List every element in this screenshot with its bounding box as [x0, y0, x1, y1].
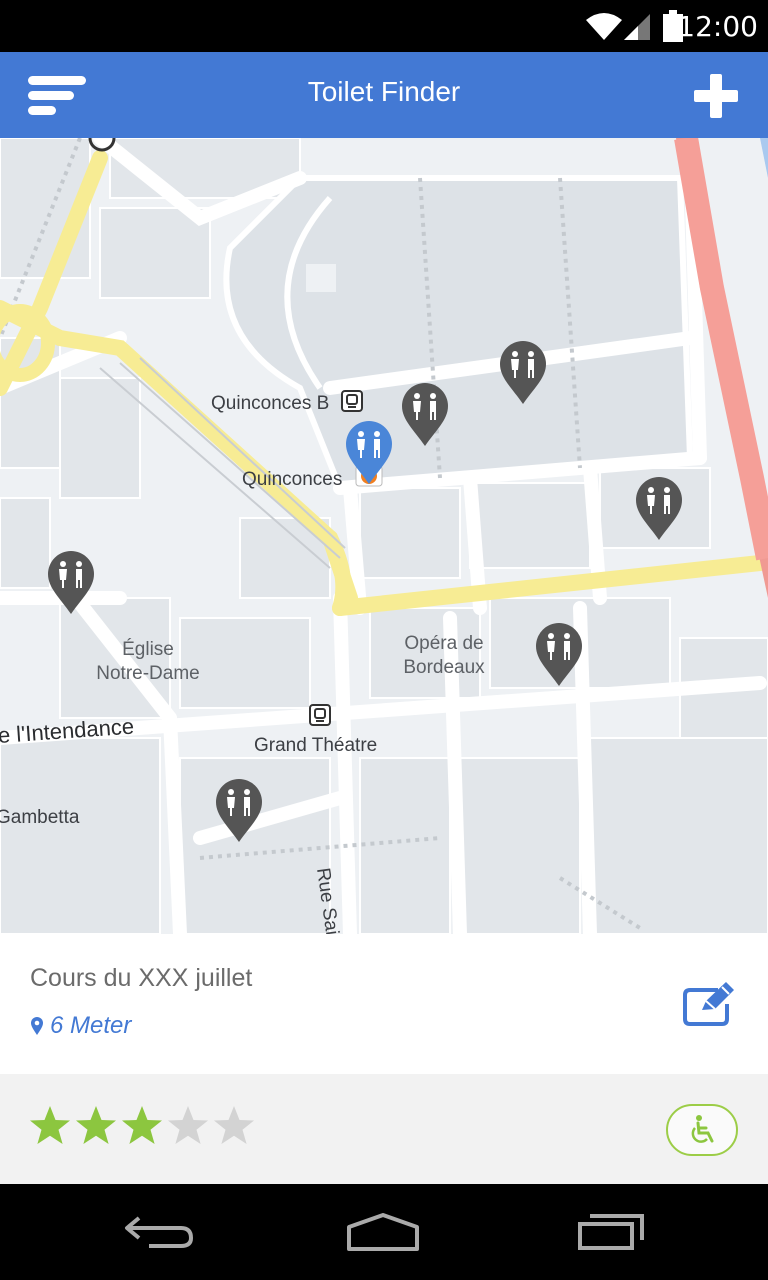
map-label-gambetta: Gambetta [0, 807, 80, 828]
home-button[interactable] [338, 1206, 428, 1258]
wheelchair-icon [691, 1115, 714, 1143]
tram-stop-icon [309, 704, 331, 726]
star-empty-icon[interactable] [166, 1104, 210, 1148]
selected-toilet-pin-icon[interactable] [344, 420, 394, 486]
toilet-pin-icon[interactable] [634, 476, 684, 542]
recent-apps-icon [578, 1214, 644, 1250]
toilet-distance: 6 Meter [30, 1012, 131, 1040]
system-nav-bar [0, 1184, 768, 1280]
toilet-info-panel[interactable]: Cours du XXX juillet 6 Meter [0, 934, 768, 1074]
star-rating[interactable] [28, 1104, 256, 1148]
accessibility-toggle[interactable] [666, 1104, 738, 1156]
status-bar: 12:00 [0, 0, 768, 52]
back-icon [125, 1216, 194, 1248]
tram-stop-icon [341, 390, 363, 412]
app-title: Toilet Finder [307, 76, 461, 107]
add-toilet-button[interactable] [692, 72, 740, 120]
map-label-eglise-line1: Église [122, 639, 174, 660]
map-label-quinconces: Quinconces [242, 469, 343, 490]
map-label-quinconces-b: Quinconces B [211, 393, 330, 414]
back-button[interactable] [114, 1206, 204, 1258]
wifi-icon [586, 13, 622, 40]
rating-bar [0, 1074, 768, 1184]
signal-icon [624, 14, 650, 40]
home-icon [347, 1213, 419, 1251]
star-filled-icon[interactable] [28, 1104, 72, 1148]
toilet-name: Cours du XXX juillet [30, 964, 253, 992]
toilet-pin-icon[interactable] [534, 622, 584, 688]
edit-button[interactable] [682, 980, 738, 1028]
map-label-eglise-line2: Notre-Dame [96, 663, 200, 684]
map-label-grand-theatre: Grand Théatre [254, 735, 378, 756]
toilet-pin-icon[interactable] [498, 340, 548, 406]
app-bar: Toilet Finder [0, 52, 768, 138]
map-label-opera-line1: Opéra de [404, 633, 484, 654]
toilet-pin-icon[interactable] [400, 382, 450, 448]
toilet-distance-value: 6 Meter [50, 1012, 132, 1039]
location-pin-icon [31, 1017, 43, 1035]
star-filled-icon[interactable] [120, 1104, 164, 1148]
status-time: 12:00 [677, 10, 758, 43]
star-filled-icon[interactable] [74, 1104, 118, 1148]
toilet-pin-icon[interactable] [46, 550, 96, 616]
recent-apps-button[interactable] [566, 1206, 656, 1258]
map-label-opera: Opéra de Bordeaux [396, 632, 492, 680]
edit-icon [683, 982, 734, 1026]
toilet-pin-icon[interactable] [214, 778, 264, 844]
star-empty-icon[interactable] [212, 1104, 256, 1148]
map-view[interactable]: Quinconces B Quinconces Église Notre-Dam… [0, 138, 768, 934]
plus-icon [694, 74, 738, 118]
map-label-eglise: Église Notre-Dame [90, 638, 206, 686]
map-label-opera-line2: Bordeaux [403, 657, 485, 678]
